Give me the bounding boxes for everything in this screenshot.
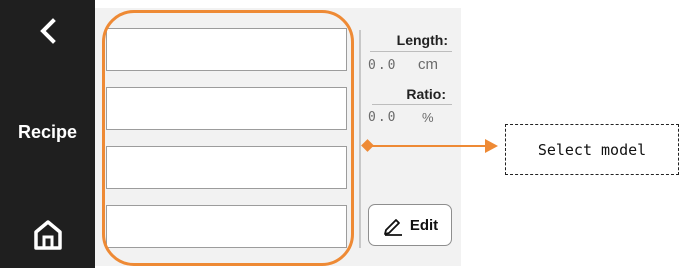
edit-button[interactable]: Edit bbox=[368, 204, 452, 246]
sidebar-title: Recipe bbox=[17, 122, 78, 142]
callout-box: Select model bbox=[505, 124, 679, 175]
callout-arrow-icon bbox=[485, 139, 498, 153]
home-icon bbox=[33, 220, 62, 250]
home-button[interactable] bbox=[0, 205, 95, 265]
model-list-highlight bbox=[102, 10, 354, 266]
ratio-rule bbox=[372, 104, 452, 105]
ratio-label: Ratio: bbox=[406, 86, 446, 102]
length-value: 0.0 bbox=[368, 58, 398, 73]
back-button[interactable] bbox=[0, 6, 95, 56]
ratio-unit: % bbox=[422, 110, 434, 125]
length-unit: cm bbox=[418, 56, 438, 73]
panel-divider bbox=[359, 30, 361, 248]
sidebar: Recipe bbox=[0, 0, 95, 268]
pencil-icon bbox=[383, 219, 402, 236]
ratio-value: 0.0 bbox=[368, 110, 398, 125]
edit-button-label: Edit bbox=[409, 216, 439, 234]
callout-line bbox=[368, 145, 488, 147]
length-label: Length: bbox=[396, 32, 448, 48]
chevron-left-icon bbox=[39, 18, 56, 44]
length-rule bbox=[370, 51, 452, 52]
